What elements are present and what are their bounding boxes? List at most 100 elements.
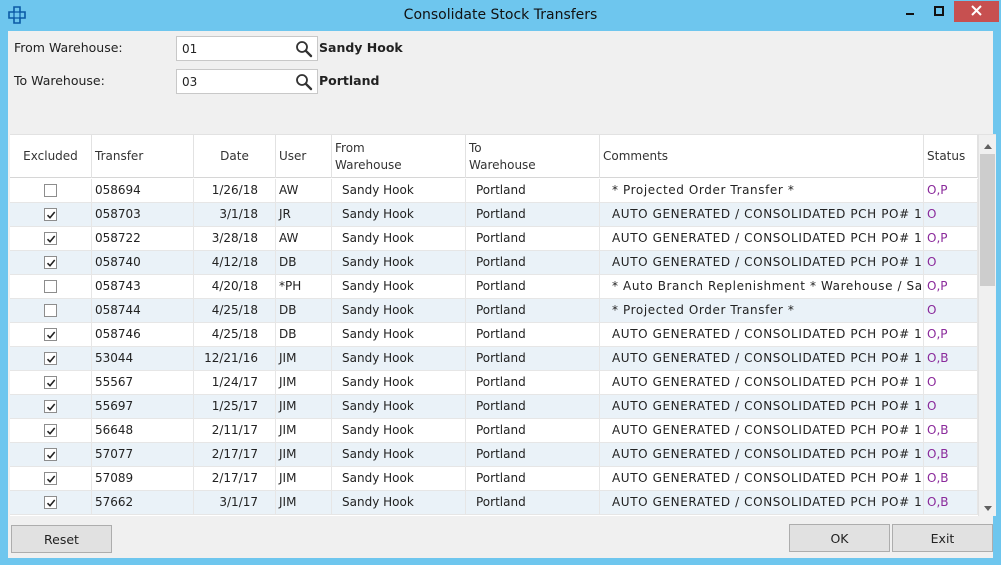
cell-excluded (10, 275, 92, 299)
cell-transfer: 55567 (92, 371, 194, 395)
cell-excluded (10, 467, 92, 491)
cell-date: 2/17/17 (194, 467, 276, 491)
column-header-comments[interactable]: Comments (600, 135, 924, 178)
excluded-checkbox[interactable] (44, 352, 57, 365)
cell-transfer: 058703 (92, 203, 194, 227)
cell-to-warehouse: Portland (466, 371, 600, 395)
cell-comments: AUTO GENERATED / CONSOLIDATED PCH PO# 10… (600, 491, 924, 515)
table-row[interactable]: 55567 1/24/17 JIM Sandy Hook Portland AUTO GE… (10, 371, 978, 395)
checkmark-icon (46, 403, 56, 411)
cell-date: 1/25/17 (194, 395, 276, 419)
table-row[interactable]: 57662 3/1/17 JIM Sandy Hook Portland AUTO GEN… (10, 491, 978, 515)
cell-status: O,B (924, 347, 978, 371)
cell-to-warehouse: Portland (466, 203, 600, 227)
column-header-user[interactable]: User (276, 135, 332, 178)
table-row[interactable]: 058694 1/26/18 AW Sandy Hook Portland * Proje… (10, 179, 978, 203)
to-warehouse-input[interactable]: 03 (176, 69, 318, 94)
cell-from-warehouse: Sandy Hook (332, 443, 466, 467)
search-icon[interactable] (295, 73, 313, 91)
minimize-icon (905, 5, 915, 19)
cell-date: 4/20/18 (194, 275, 276, 299)
cell-status: O,P (924, 323, 978, 347)
excluded-checkbox[interactable] (44, 400, 57, 413)
maximize-button[interactable] (925, 1, 952, 22)
search-icon[interactable] (295, 40, 313, 58)
excluded-checkbox[interactable] (44, 280, 57, 293)
scroll-up-button[interactable] (979, 136, 996, 153)
cell-transfer: 058746 (92, 323, 194, 347)
table-row[interactable]: 058744 4/25/18 DB Sandy Hook Portland * Proje… (10, 299, 978, 323)
cell-from-warehouse: Sandy Hook (332, 419, 466, 443)
cell-comments: * Projected Order Transfer * (600, 179, 924, 203)
cell-date: 2/11/17 (194, 419, 276, 443)
column-header-to-warehouse[interactable]: To Warehouse (466, 135, 600, 178)
checkmark-icon (46, 427, 56, 435)
maximize-icon (933, 5, 944, 19)
column-header-from-warehouse[interactable]: From Warehouse (332, 135, 466, 178)
cell-status: O,B (924, 491, 978, 515)
column-header-status[interactable]: Status (924, 135, 978, 178)
cell-transfer: 53044 (92, 347, 194, 371)
cell-user: JIM (276, 491, 332, 515)
close-icon (971, 4, 982, 19)
excluded-checkbox[interactable] (44, 496, 57, 509)
table-row[interactable]: 53044 12/21/16 JIM Sandy Hook Portland AUTO G… (10, 347, 978, 371)
table-row[interactable]: 57077 2/17/17 JIM Sandy Hook Portland AUTO GE… (10, 443, 978, 467)
cell-comments: AUTO GENERATED / CONSOLIDATED PCH PO# 10… (600, 227, 924, 251)
cell-to-warehouse: Portland (466, 467, 600, 491)
column-header-excluded[interactable]: Excluded (10, 135, 92, 178)
excluded-checkbox[interactable] (44, 424, 57, 437)
cell-transfer: 058694 (92, 179, 194, 203)
excluded-checkbox[interactable] (44, 256, 57, 269)
checkmark-icon (46, 451, 56, 459)
table-row[interactable]: 058703 3/1/18 JR Sandy Hook Portland AUTO GEN… (10, 203, 978, 227)
cell-user: JR (276, 203, 332, 227)
ok-button[interactable]: OK (789, 524, 890, 552)
close-button[interactable] (954, 1, 999, 22)
column-header-transfer[interactable]: Transfer (92, 135, 194, 178)
cell-excluded (10, 179, 92, 203)
title-bar[interactable]: Consolidate Stock Transfers (0, 0, 1001, 30)
transfers-grid: Excluded Transfer Date User From Warehou… (10, 134, 996, 516)
excluded-checkbox[interactable] (44, 328, 57, 341)
table-row[interactable]: 058746 4/25/18 DB Sandy Hook Portland AUTO GE… (10, 323, 978, 347)
cell-status: O (924, 251, 978, 275)
cell-transfer: 56648 (92, 419, 194, 443)
cell-status: O (924, 395, 978, 419)
cell-to-warehouse: Portland (466, 275, 600, 299)
cell-date: 1/24/17 (194, 371, 276, 395)
table-row[interactable]: 058722 3/28/18 AW Sandy Hook Portland AUTO GE… (10, 227, 978, 251)
excluded-checkbox[interactable] (44, 472, 57, 485)
cell-transfer: 058744 (92, 299, 194, 323)
cell-comments: AUTO GENERATED / CONSOLIDATED PCH PO# 10… (600, 371, 924, 395)
exit-button[interactable]: Exit (892, 524, 993, 552)
cell-user: JIM (276, 467, 332, 491)
cell-date: 2/17/17 (194, 443, 276, 467)
cell-date: 3/1/17 (194, 491, 276, 515)
table-row[interactable]: 57089 2/17/17 JIM Sandy Hook Portland AUTO GE… (10, 467, 978, 491)
column-header-date[interactable]: Date (194, 135, 276, 178)
excluded-checkbox[interactable] (44, 304, 57, 317)
excluded-checkbox[interactable] (44, 184, 57, 197)
table-row[interactable]: 058743 4/20/18 *PH Sandy Hook Portland * Auto… (10, 275, 978, 299)
cell-date: 1/26/18 (194, 179, 276, 203)
checkmark-icon (46, 355, 56, 363)
table-row[interactable]: 55697 1/25/17 JIM Sandy Hook Portland AUTO GE… (10, 395, 978, 419)
cell-user: JIM (276, 443, 332, 467)
excluded-checkbox[interactable] (44, 232, 57, 245)
scroll-down-button[interactable] (979, 498, 996, 515)
from-warehouse-input[interactable]: 01 (176, 36, 318, 61)
table-row[interactable]: 56648 2/11/17 JIM Sandy Hook Portland AUTO GE… (10, 419, 978, 443)
cell-user: JIM (276, 419, 332, 443)
minimize-button[interactable] (896, 1, 923, 22)
cell-date: 4/25/18 (194, 299, 276, 323)
excluded-checkbox[interactable] (44, 208, 57, 221)
cell-transfer: 57089 (92, 467, 194, 491)
excluded-checkbox[interactable] (44, 376, 57, 389)
table-row[interactable]: 058740 4/12/18 DB Sandy Hook Portland AUTO GE… (10, 251, 978, 275)
scroll-thumb[interactable] (980, 154, 995, 286)
excluded-checkbox[interactable] (44, 448, 57, 461)
chevron-up-icon (983, 138, 992, 152)
vertical-scrollbar[interactable] (978, 135, 996, 516)
reset-button[interactable]: Reset (11, 525, 112, 553)
